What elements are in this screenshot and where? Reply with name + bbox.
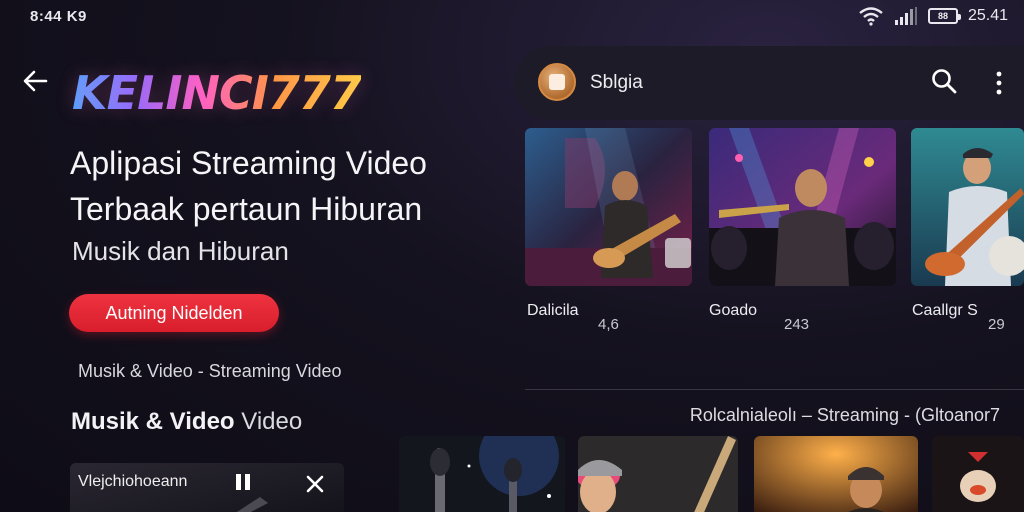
hero-caption: Musik & Video - Streaming Video [78, 361, 342, 381]
battery-icon: 88 [927, 8, 961, 24]
divider [525, 389, 1024, 390]
thumbnail-1[interactable] [399, 436, 565, 512]
video-card-3[interactable] [911, 128, 1024, 286]
avatar[interactable] [538, 63, 576, 101]
row-caption: Rolcalnialeolı – Streaming - (Gltoanor7 [689, 405, 1000, 425]
card-2-title: Goado [709, 302, 758, 319]
card-3-count: 29 [988, 316, 1005, 333]
mini-player[interactable]: Vlejchiohoeann [70, 463, 344, 512]
hero-title-line-2: Terbaak pertaun Hiburan [70, 191, 423, 227]
mini-player-label: Vlejchiohoeann [78, 473, 188, 490]
section-title-bold: Musik & Video [71, 408, 235, 435]
section-title-light: Video [241, 408, 303, 435]
pause-icon[interactable] [234, 473, 252, 491]
status-bar: 8:44 K9 88 25.41 [0, 0, 1024, 34]
cta-button[interactable]: Autning Nidelden [69, 294, 279, 332]
search-icon[interactable] [930, 67, 958, 95]
video-thumbnail [911, 128, 1024, 286]
status-left-text: 8:44 K9 [30, 8, 87, 25]
back-button[interactable] [18, 64, 52, 98]
video-card-1[interactable] [525, 128, 692, 286]
thumbnail-4[interactable] [932, 436, 1024, 512]
hero-title-line-1: Aplipasi Streaming Video [70, 145, 427, 181]
hero-subtitle: Musik dan Hiburan [72, 236, 289, 266]
more-vertical-icon[interactable] [990, 70, 1008, 96]
battery-label: 88 [937, 11, 948, 21]
card-2-count: 243 [784, 316, 810, 333]
signal-icon [894, 7, 917, 25]
card-1-count: 4,6 [598, 316, 619, 333]
arrow-left-icon [23, 70, 48, 92]
card-1-title: Dalicila [527, 302, 579, 319]
hero-title: Aplipasi Streaming Video Terbaak pertaun… [70, 140, 510, 232]
brand-logo: KELINCI777 [72, 66, 362, 120]
card-3-title: Caallgr S [912, 302, 978, 319]
thumbnail-image [578, 436, 738, 512]
status-right-group: 88 25.41 [858, 6, 1008, 26]
status-clock: 25.41 [967, 7, 1008, 24]
video-thumbnail [709, 128, 896, 286]
wifi-icon [859, 7, 883, 26]
search-label[interactable]: Sblgia [590, 72, 643, 94]
video-thumbnail [525, 128, 692, 286]
section-title: Musik & Video Video [71, 408, 302, 436]
thumbnail-image [399, 436, 565, 512]
thumbnail-image [932, 436, 1024, 512]
thumbnail-image [754, 436, 918, 512]
close-icon[interactable] [304, 473, 326, 495]
thumbnail-3[interactable] [754, 436, 918, 512]
video-card-2[interactable] [709, 128, 896, 286]
thumbnail-2[interactable] [578, 436, 738, 512]
